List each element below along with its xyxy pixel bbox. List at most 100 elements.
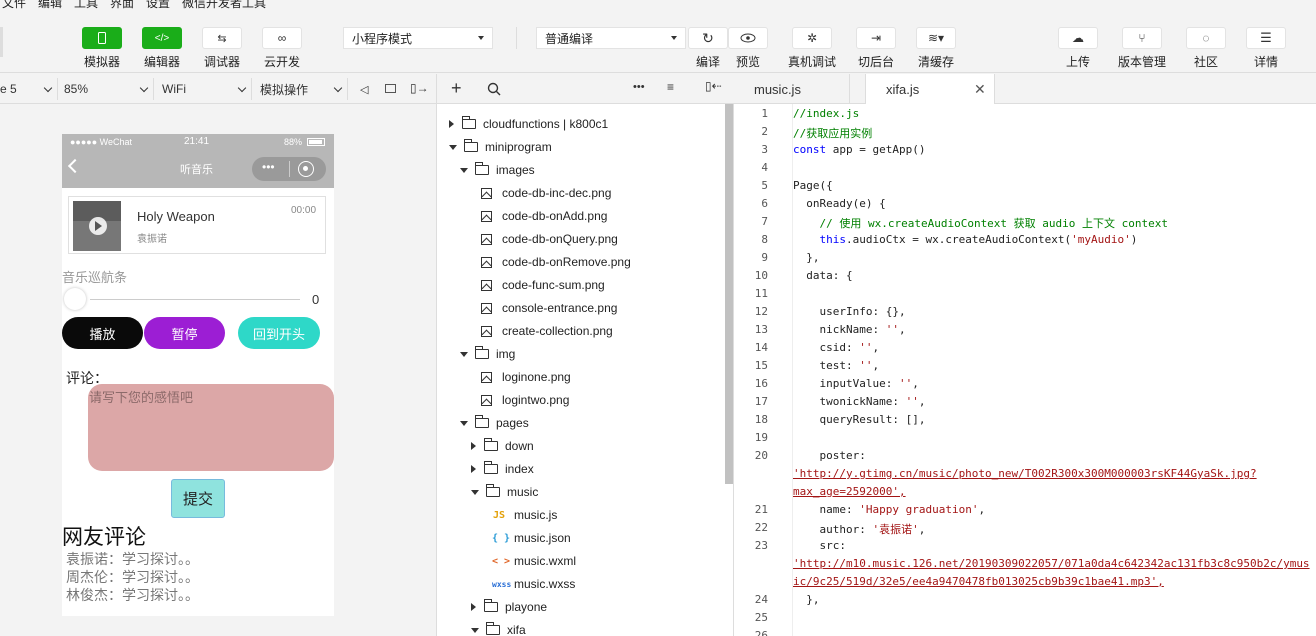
- tree-folder[interactable]: cloudfunctions | k800c1: [449, 113, 608, 135]
- expanded-arrow-icon[interactable]: [471, 489, 479, 495]
- tree-folder[interactable]: img: [460, 343, 515, 365]
- rotate-icon[interactable]: [385, 84, 396, 93]
- tree-file[interactable]: { } music.json: [492, 527, 571, 549]
- editor-toggle-button[interactable]: </>: [142, 27, 182, 49]
- clear-cache-label: 清缓存: [917, 55, 955, 69]
- tree-folder[interactable]: playone: [471, 596, 547, 618]
- avatar[interactable]: [0, 27, 3, 57]
- tree-file[interactable]: logintwo.png: [481, 389, 569, 411]
- battery-percent: 88%: [284, 137, 303, 147]
- compile-button[interactable]: ↻: [688, 27, 728, 49]
- comment-textarea[interactable]: 请写下您的感悟吧: [88, 384, 334, 471]
- detach-icon[interactable]: ▯→: [410, 81, 429, 95]
- slider-thumb[interactable]: [64, 288, 86, 310]
- tree-folder[interactable]: miniprogram: [449, 136, 552, 158]
- menu-view[interactable]: 界面: [110, 0, 134, 9]
- close-icon[interactable]: ✕: [974, 81, 986, 98]
- menu-edit[interactable]: 编辑: [38, 0, 62, 9]
- tree-file[interactable]: wxss music.wxss: [492, 573, 575, 595]
- tree-file[interactable]: console-entrance.png: [481, 297, 617, 319]
- play-button[interactable]: 播放: [62, 317, 143, 349]
- tree-file[interactable]: code-func-sum.png: [481, 274, 605, 296]
- tree-file[interactable]: code-db-inc-dec.png: [481, 182, 611, 204]
- play-circle-icon[interactable]: [89, 217, 107, 235]
- community-button[interactable]: ◌: [1186, 27, 1226, 49]
- more-icon[interactable]: •••: [633, 81, 645, 93]
- menu-devtools[interactable]: 微信开发者工具: [182, 0, 266, 9]
- zoom-select[interactable]: 85%: [58, 78, 154, 100]
- explorer-scrollbar[interactable]: [725, 104, 733, 484]
- simulator-toggle-button[interactable]: [82, 27, 122, 49]
- tree-file[interactable]: code-db-onAdd.png: [481, 205, 607, 227]
- tree-folder[interactable]: images: [460, 159, 535, 181]
- sort-icon[interactable]: ≡: [667, 80, 674, 94]
- image-file-icon: [481, 302, 492, 314]
- background-button[interactable]: ⇥: [856, 27, 896, 49]
- tree-item-label: xifa: [507, 623, 526, 636]
- network-select[interactable]: WiFi: [156, 78, 252, 100]
- menu-bar: 文件 编辑 工具 界面 设置 微信开发者工具: [0, 0, 1316, 9]
- version-button[interactable]: ⑂: [1122, 27, 1162, 49]
- tree-item-label: code-func-sum.png: [502, 278, 605, 292]
- details-button[interactable]: ☰: [1246, 27, 1286, 49]
- cloud-dev-button[interactable]: ∞: [262, 27, 302, 49]
- collapsed-arrow-icon[interactable]: [471, 442, 476, 450]
- preview-button[interactable]: [728, 27, 768, 49]
- folder-icon: [464, 139, 478, 152]
- mode-select[interactable]: 小程序模式: [343, 27, 493, 49]
- tree-folder[interactable]: pages: [460, 412, 529, 434]
- js-file-icon: JS: [492, 509, 506, 521]
- code-line: name: 'Happy graduation',: [793, 503, 986, 516]
- remote-debug-button[interactable]: ✲: [792, 27, 832, 49]
- expanded-arrow-icon[interactable]: [460, 420, 468, 426]
- sim-ops-select[interactable]: 模拟操作: [254, 78, 348, 100]
- main-toolbar: 模拟器 </> 编辑器 ⇆ 调试器 ∞ 云开发 小程序模式 普通编译 ↻ 编译 …: [0, 9, 1316, 73]
- code-icon: </>: [154, 32, 170, 44]
- tree-item-label: down: [505, 439, 534, 453]
- expanded-arrow-icon[interactable]: [460, 351, 468, 357]
- volume-icon[interactable]: ◁: [360, 83, 368, 96]
- menu-settings[interactable]: 设置: [146, 0, 170, 9]
- menu-tools[interactable]: 工具: [74, 0, 98, 9]
- collapsed-arrow-icon[interactable]: [449, 120, 454, 128]
- menu-file[interactable]: 文件: [2, 0, 26, 9]
- collapse-icon[interactable]: ▯⇠: [705, 79, 722, 93]
- tree-folder[interactable]: index: [471, 458, 534, 480]
- tree-file[interactable]: code-db-onQuery.png: [481, 228, 618, 250]
- back-arrow-icon[interactable]: [67, 158, 83, 174]
- tree-file[interactable]: < > music.wxml: [492, 550, 576, 572]
- more-dots-icon[interactable]: •••: [262, 160, 275, 174]
- collapsed-arrow-icon[interactable]: [471, 603, 476, 611]
- expanded-arrow-icon[interactable]: [460, 167, 468, 173]
- submit-button[interactable]: 提交: [171, 479, 225, 518]
- compile-mode-select[interactable]: 普通编译: [536, 27, 686, 49]
- collapsed-arrow-icon[interactable]: [471, 465, 476, 473]
- tree-file[interactable]: code-db-onRemove.png: [481, 251, 631, 273]
- capsule-menu[interactable]: •••: [252, 157, 326, 181]
- clear-cache-button[interactable]: ≋▾: [916, 27, 956, 49]
- pause-button[interactable]: 暂停: [144, 317, 225, 349]
- add-icon[interactable]: +: [451, 78, 462, 99]
- folder-icon: [484, 438, 498, 451]
- close-circle-icon[interactable]: [298, 161, 314, 177]
- tab-music-js[interactable]: music.js: [734, 74, 850, 104]
- slider-track[interactable]: [90, 299, 300, 300]
- tree-item-label: code-db-onQuery.png: [502, 232, 618, 246]
- tree-folder[interactable]: music: [471, 481, 538, 503]
- debugger-toggle-button[interactable]: ⇆: [202, 27, 242, 49]
- tab-xifa-js[interactable]: xifa.js ✕: [865, 74, 995, 105]
- code-editor[interactable]: 1 //index.js 2 //获取应用实例 3 const app = getApp(…: [734, 104, 1316, 636]
- expanded-arrow-icon[interactable]: [449, 144, 457, 150]
- line-number: 26: [754, 629, 768, 636]
- tree-file[interactable]: loginone.png: [481, 366, 571, 388]
- tree-file[interactable]: create-collection.png: [481, 320, 613, 342]
- expanded-arrow-icon[interactable]: [471, 627, 479, 633]
- tree-file[interactable]: JS music.js: [492, 504, 557, 526]
- upload-button[interactable]: ☁: [1058, 27, 1098, 49]
- tree-item-label: music.json: [514, 531, 571, 545]
- search-icon[interactable]: [487, 82, 501, 96]
- restart-button[interactable]: 回到开头: [238, 317, 320, 349]
- tree-folder[interactable]: down: [471, 435, 534, 457]
- tree-folder[interactable]: xifa: [471, 619, 526, 636]
- device-select[interactable]: e 5: [0, 78, 58, 100]
